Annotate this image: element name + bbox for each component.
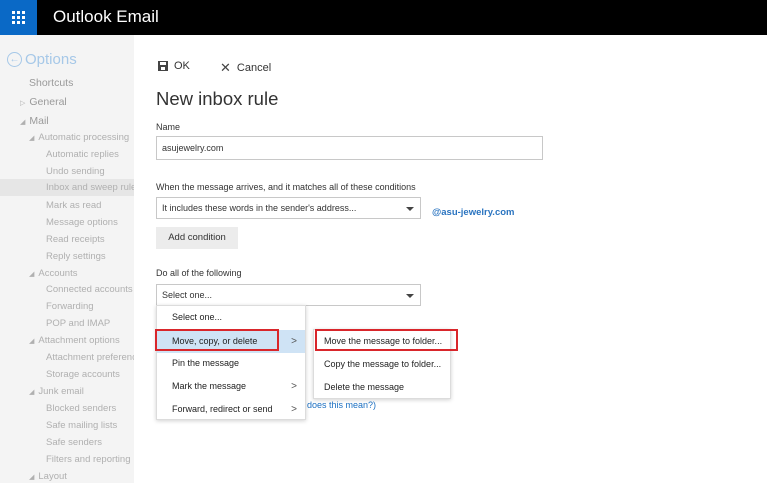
sidebar-item-connected-accounts[interactable]: Connected accounts (46, 284, 133, 295)
rule-editor-panel: OK ✕ Cancel New inbox rule Name asujewel… (134, 35, 767, 483)
sidebar-item-inbox-sweep-rules[interactable]: Inbox and sweep rules (0, 179, 134, 196)
sidebar-item-safe-senders[interactable]: Safe senders (46, 437, 102, 448)
app-launcher-button[interactable] (0, 0, 37, 35)
expand-triangle-icon: ▷ (20, 100, 26, 107)
sidebar-item-mail[interactable]: ◢ Mail (20, 115, 49, 127)
actions-label: Do all of the following (156, 268, 242, 278)
app-title: Outlook Email (53, 7, 159, 26)
name-label: Name (156, 122, 181, 132)
cancel-button[interactable]: ✕ Cancel (220, 60, 271, 76)
chevron-down-icon (406, 207, 414, 211)
sidebar-item-message-options[interactable]: Message options (46, 217, 118, 228)
options-sidebar: ← Options Shortcuts ▷ General ◢ Mail ◢ Auto… (0, 35, 134, 483)
sender-address-note: @asu-jewelry.com (432, 207, 515, 218)
collapse-triangle-icon: ◢ (29, 271, 35, 278)
sidebar-item-forwarding[interactable]: Forwarding (46, 301, 94, 312)
page-title: New inbox rule (156, 88, 279, 109)
sidebar-item-reply-settings[interactable]: Reply settings (46, 251, 106, 262)
highlight-move-copy-delete (155, 329, 279, 351)
chevron-down-icon (406, 294, 414, 298)
sidebar-item-general[interactable]: ▷ General (20, 96, 67, 108)
sidebar-item-undo-sending[interactable]: Undo sending (46, 166, 105, 177)
sidebar-item-automatic-processing[interactable]: ◢ Automatic processing (29, 132, 129, 143)
save-icon (158, 61, 168, 71)
collapse-triangle-icon: ◢ (29, 338, 35, 345)
options-back-button[interactable]: ← Options (7, 51, 77, 68)
menu-item-mark-message[interactable]: Mark the message > (157, 375, 305, 398)
sidebar-item-read-receipts[interactable]: Read receipts (46, 234, 105, 245)
ok-button[interactable]: OK (158, 60, 190, 72)
sidebar-item-layout[interactable]: ◢ Layout (29, 471, 67, 482)
action-dropdown[interactable]: Select one... (156, 284, 421, 306)
sidebar-item-mark-as-read[interactable]: Mark as read (46, 200, 101, 211)
app-launcher-icon (12, 11, 25, 24)
what-does-this-mean-link[interactable]: t does this mean?) (302, 400, 376, 410)
action-menu: Select one... Move, copy, or delete > Pi… (156, 305, 306, 420)
menu-item-copy-to-folder[interactable]: Copy the message to folder... (314, 353, 450, 376)
chevron-right-icon: > (291, 381, 297, 392)
sidebar-item-junk-email[interactable]: ◢ Junk email (29, 386, 84, 397)
rule-name-input[interactable]: asujewelry.com (156, 136, 543, 160)
condition-dropdown[interactable]: It includes these words in the sender's … (156, 197, 421, 219)
chevron-right-icon: > (291, 336, 297, 347)
collapse-triangle-icon: ◢ (29, 389, 35, 396)
sidebar-item-pop-imap[interactable]: POP and IMAP (46, 318, 110, 329)
options-label: Options (25, 51, 77, 68)
chevron-right-icon: > (291, 404, 297, 415)
sidebar-item-storage-accounts[interactable]: Storage accounts (46, 369, 120, 380)
collapse-triangle-icon: ◢ (29, 474, 35, 481)
menu-item-pin-message[interactable]: Pin the message (157, 352, 305, 375)
sidebar-item-safe-mailing-lists[interactable]: Safe mailing lists (46, 420, 117, 431)
collapse-triangle-icon: ◢ (20, 119, 26, 126)
sidebar-item-blocked-senders[interactable]: Blocked senders (46, 403, 116, 414)
sidebar-item-accounts[interactable]: ◢ Accounts (29, 268, 77, 279)
sidebar-item-automatic-replies[interactable]: Automatic replies (46, 149, 119, 160)
sidebar-item-filters-reporting[interactable]: Filters and reporting (46, 454, 130, 465)
close-icon: ✕ (220, 60, 231, 75)
sidebar-item-shortcuts[interactable]: Shortcuts (29, 77, 73, 89)
sidebar-item-attachment-preferences[interactable]: Attachment preferenc (46, 352, 134, 363)
back-arrow-icon: ← (7, 52, 22, 67)
conditions-label: When the message arrives, and it matches… (156, 182, 416, 192)
menu-item-delete-message[interactable]: Delete the message (314, 376, 450, 399)
collapse-triangle-icon: ◢ (29, 135, 35, 142)
add-condition-button[interactable]: Add condition (156, 227, 238, 249)
highlight-move-to-folder (315, 329, 458, 351)
menu-item-select-one[interactable]: Select one... (157, 306, 305, 329)
sidebar-item-attachment-options[interactable]: ◢ Attachment options (29, 335, 120, 346)
top-bar: Outlook Email (0, 0, 767, 35)
menu-item-forward-redirect-send[interactable]: Forward, redirect or send > (157, 398, 305, 421)
